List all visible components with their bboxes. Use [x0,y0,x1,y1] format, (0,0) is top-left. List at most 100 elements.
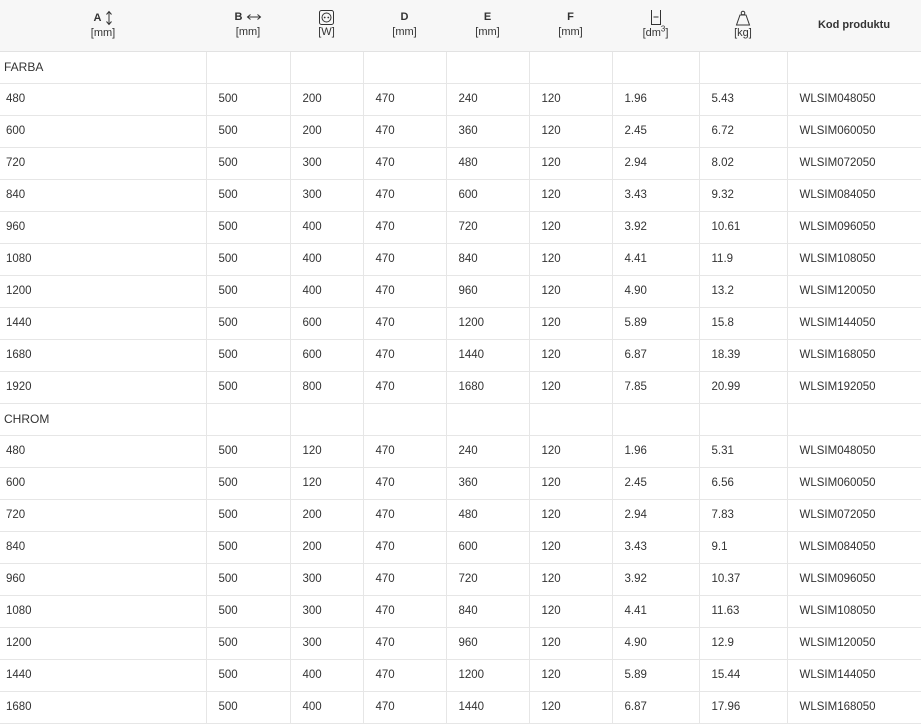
water-volume-icon [650,10,661,26]
header-f-label: F [567,11,574,24]
table-cell: 300 [290,179,364,212]
table-cell: 400 [290,691,364,724]
header-f-unit: [mm] [558,26,583,39]
empty-cell [446,403,530,436]
empty-cell [529,403,613,436]
table-cell: 120 [529,595,613,628]
table-cell: 1200 [446,659,530,692]
table-cell: 1200 [0,275,207,308]
group-row: FARBA [0,51,921,84]
empty-cell [699,51,788,84]
table-cell: WLSIM168050 [787,691,921,724]
table-cell: WLSIM060050 [787,467,921,500]
table-cell: 600 [290,307,364,340]
table-cell: 120 [529,499,613,532]
table-cell: 4.41 [612,243,700,276]
empty-cell [787,51,921,84]
table-cell: 500 [206,435,291,468]
table-cell: WLSIM084050 [787,531,921,564]
table-cell: 360 [446,467,530,500]
table-cell: 120 [529,83,613,116]
table-cell: 500 [206,691,291,724]
table-cell: 9.32 [699,179,788,212]
table-cell: 600 [290,339,364,372]
table-cell: WLSIM144050 [787,659,921,692]
table-cell: 500 [206,115,291,148]
table-row: 480 500 120 470 240 120 1.96 5.31 WLSIM048050 [0,435,921,468]
table-row: 1680 500 600 470 1440 120 6.87 18.39 WLSIM168050 [0,339,921,372]
table-cell: 600 [0,467,207,500]
table-cell: 600 [446,179,530,212]
table-cell: 470 [363,531,447,564]
table-cell: 500 [206,595,291,628]
table-cell: 400 [290,659,364,692]
table-cell: 1080 [0,595,207,628]
table-cell: 1.96 [612,83,700,116]
table-cell: 120 [529,115,613,148]
table-cell: 500 [206,83,291,116]
table-cell: 120 [529,307,613,340]
table-cell: 120 [529,531,613,564]
table-cell: 200 [290,83,364,116]
table-cell: 1440 [446,339,530,372]
table-cell: 500 [206,627,291,660]
table-cell: 120 [529,275,613,308]
table-cell: 3.43 [612,179,700,212]
table-cell: 500 [206,307,291,340]
table-cell: 480 [446,499,530,532]
header-weight: [kg] [699,0,787,52]
table-cell: 120 [529,435,613,468]
table-row: 480 500 200 470 240 120 1.96 5.43 WLSIM048050 [0,83,921,116]
table-cell: 800 [290,371,364,404]
table-cell: 470 [363,595,447,628]
table-cell: 120 [529,627,613,660]
table-cell: 300 [290,627,364,660]
table-cell: 470 [363,467,447,500]
table-cell: 120 [529,467,613,500]
header-weight-unit: [kg] [734,26,752,39]
table-cell: 1.96 [612,435,700,468]
table-row: 600 500 120 470 360 120 2.45 6.56 WLSIM060050 [0,467,921,500]
empty-cell [612,403,700,436]
header-d-unit: [mm] [392,26,417,39]
table-cell: 300 [290,595,364,628]
empty-cell [612,51,700,84]
table-cell: 470 [363,179,447,212]
table-cell: 2.94 [612,147,700,180]
table-cell: 470 [363,659,447,692]
table-cell: WLSIM120050 [787,627,921,660]
table-cell: 6.56 [699,467,788,500]
group-label: FARBA [0,51,207,84]
table-cell: 500 [206,531,291,564]
table-cell: 240 [446,435,530,468]
header-e-label: E [483,11,492,24]
table-cell: 500 [206,499,291,532]
table-cell: WLSIM108050 [787,243,921,276]
table-cell: WLSIM144050 [787,307,921,340]
table-cell: 500 [206,211,291,244]
table-cell: 10.61 [699,211,788,244]
table-cell: 470 [363,147,447,180]
table-cell: 8.02 [699,147,788,180]
table-cell: 500 [206,467,291,500]
table-cell: 4.90 [612,627,700,660]
table-cell: 1440 [0,307,207,340]
table-cell: 120 [529,563,613,596]
table-cell: 120 [290,435,364,468]
table-cell: 470 [363,307,447,340]
table-cell: 120 [529,147,613,180]
table-cell: 3.92 [612,211,700,244]
table-cell: 120 [529,243,613,276]
table-cell: 400 [290,275,364,308]
table-row: 1440 500 600 470 1200 120 5.89 15.8 WLSIM144050 [0,307,921,340]
table-header: A [mm] B [mm] [W] D [mm] E [mm] F [mm] [… [0,0,921,52]
table-cell: 6.72 [699,115,788,148]
table-row: 1680 500 400 470 1440 120 6.87 17.96 WLSIM168050 [0,691,921,724]
table-cell: 360 [446,115,530,148]
header-b-label: B [234,11,243,24]
table-cell: 470 [363,627,447,660]
table-cell: 500 [206,179,291,212]
table-cell: 6.87 [612,339,700,372]
empty-cell [363,51,447,84]
table-cell: 480 [446,147,530,180]
